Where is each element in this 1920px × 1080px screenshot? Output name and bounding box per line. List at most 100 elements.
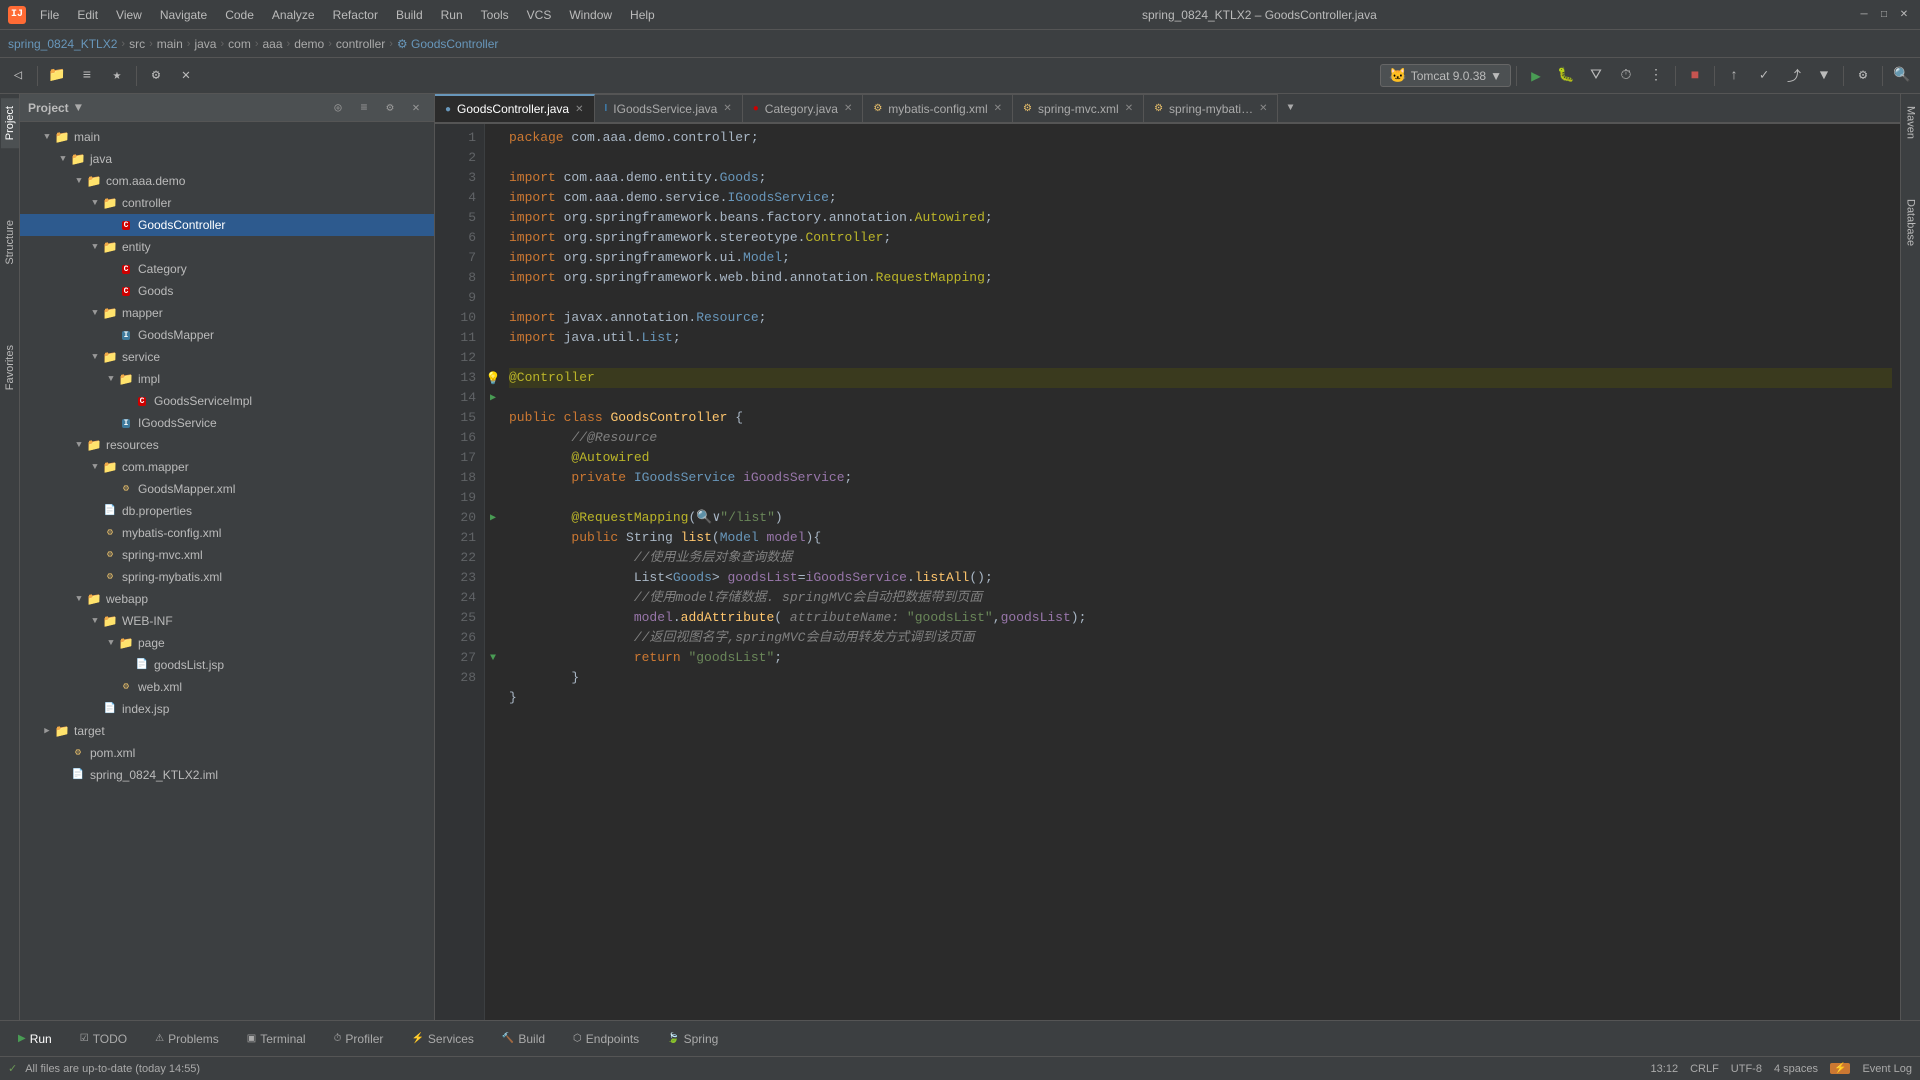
- project-close-btn[interactable]: ✕: [406, 98, 426, 118]
- search-everywhere-btn[interactable]: 🔍: [1888, 62, 1916, 90]
- tree-item-index-jsp[interactable]: 📄 index.jsp: [20, 698, 434, 720]
- tree-item-goodsserviceimpl[interactable]: C GoodsServiceImpl: [20, 390, 434, 412]
- settings-gear-btn[interactable]: ⚙: [1849, 62, 1877, 90]
- tree-item-goodsmapper-xml[interactable]: ⚙ GoodsMapper.xml: [20, 478, 434, 500]
- vcs-commit-btn[interactable]: ✓: [1750, 62, 1778, 90]
- problems-tab[interactable]: ⚠ Problems: [145, 1028, 229, 1050]
- breadcrumb-item[interactable]: spring_0824_KTLX2: [8, 37, 117, 51]
- tree-item-target[interactable]: ▶ 📁 target: [20, 720, 434, 742]
- tree-item-pom-xml[interactable]: ⚙ pom.xml: [20, 742, 434, 764]
- breadcrumb-item[interactable]: demo: [294, 37, 324, 51]
- tree-item-igoodsservice[interactable]: I IGoodsService: [20, 412, 434, 434]
- todo-tab[interactable]: ☑ TODO: [70, 1028, 137, 1050]
- toolbar-structure-btn[interactable]: ≡: [73, 62, 101, 90]
- menu-item-run[interactable]: Run: [433, 6, 471, 24]
- favorites-tab[interactable]: Favorites: [1, 337, 19, 398]
- menu-item-code[interactable]: Code: [217, 6, 262, 24]
- run-config-selector[interactable]: 🐱 Tomcat 9.0.38 ▼: [1380, 64, 1511, 87]
- tab-close-btn[interactable]: ✕: [723, 103, 731, 114]
- tree-item-goodscontroller[interactable]: C GoodsController: [20, 214, 434, 236]
- tab-close-btn[interactable]: ✕: [1259, 103, 1267, 114]
- menu-item-window[interactable]: Window: [561, 6, 620, 24]
- menu-item-tools[interactable]: Tools: [473, 6, 517, 24]
- terminal-tab[interactable]: ▣ Terminal: [237, 1028, 316, 1050]
- services-tab[interactable]: ⚡ Services: [401, 1028, 483, 1050]
- breadcrumb-item[interactable]: ⚙ GoodsController: [397, 37, 498, 51]
- spring-tab[interactable]: 🍃 Spring: [657, 1028, 728, 1050]
- breadcrumb-item[interactable]: main: [157, 37, 183, 51]
- event-log[interactable]: Event Log: [1862, 1063, 1912, 1075]
- tree-item-entity[interactable]: ▼ 📁 entity: [20, 236, 434, 258]
- tree-item-goods[interactable]: C Goods: [20, 280, 434, 302]
- project-collapse-btn[interactable]: ≡: [354, 98, 374, 118]
- project-tab[interactable]: Project: [1, 98, 19, 148]
- line-ending[interactable]: CRLF: [1690, 1063, 1719, 1075]
- profiler-tab[interactable]: ⏱ Profiler: [324, 1028, 394, 1050]
- tree-item-category[interactable]: C Category: [20, 258, 434, 280]
- menu-item-build[interactable]: Build: [388, 6, 431, 24]
- breadcrumb-item[interactable]: aaa: [262, 37, 282, 51]
- close-button[interactable]: ✕: [1896, 7, 1912, 23]
- tree-item-db-properties[interactable]: 📄 db.properties: [20, 500, 434, 522]
- coverage-button[interactable]: ⛛: [1582, 62, 1610, 90]
- tab-spring-mvc[interactable]: ⚙ spring-mvc.xml ✕: [1013, 94, 1144, 122]
- toolbar-settings-btn[interactable]: ⚙: [142, 62, 170, 90]
- maven-tab[interactable]: Maven: [1902, 98, 1920, 147]
- tab-igoodsservice[interactable]: I IGoodsService.java ✕: [595, 94, 743, 122]
- tree-item-spring-mvc[interactable]: ⚙ spring-mvc.xml: [20, 544, 434, 566]
- tree-item-main[interactable]: ▼ 📁 main: [20, 126, 434, 148]
- build-tab[interactable]: 🔨 Build: [492, 1028, 555, 1050]
- menu-item-help[interactable]: Help: [622, 6, 663, 24]
- menu-item-view[interactable]: View: [108, 6, 150, 24]
- cursor-position[interactable]: 13:12: [1651, 1063, 1679, 1075]
- tree-item-com-mapper[interactable]: ▼ 📁 com.mapper: [20, 456, 434, 478]
- breadcrumb-item[interactable]: controller: [336, 37, 385, 51]
- tab-close-btn[interactable]: ✕: [1125, 103, 1133, 114]
- menu-item-file[interactable]: File: [32, 6, 67, 24]
- minimize-button[interactable]: ─: [1856, 7, 1872, 23]
- indent-setting[interactable]: 4 spaces: [1774, 1063, 1818, 1075]
- breadcrumb-item[interactable]: java: [194, 37, 216, 51]
- toolbar-project-view-btn[interactable]: 📁: [43, 62, 71, 90]
- breadcrumb-item[interactable]: src: [129, 37, 145, 51]
- project-settings-btn[interactable]: ⚙: [380, 98, 400, 118]
- toolbar-more-btn[interactable]: ⋮: [1642, 62, 1670, 90]
- endpoints-tab[interactable]: ⬡ Endpoints: [563, 1028, 649, 1050]
- tree-item-webapp[interactable]: ▼ 📁 webapp: [20, 588, 434, 610]
- vcs-update-btn[interactable]: ↑: [1720, 62, 1748, 90]
- tab-mybatis-config[interactable]: ⚙ mybatis-config.xml ✕: [863, 94, 1013, 122]
- profiler-button[interactable]: ⏱: [1612, 62, 1640, 90]
- tree-item-resources[interactable]: ▼ 📁 resources: [20, 434, 434, 456]
- tree-item-java[interactable]: ▼ 📁 java: [20, 148, 434, 170]
- database-tab[interactable]: Database: [1902, 191, 1920, 254]
- tab-goodscontroller[interactable]: ● GoodsController.java ✕: [435, 94, 595, 122]
- run-tab[interactable]: ▶ Run: [8, 1028, 62, 1050]
- menu-item-analyze[interactable]: Analyze: [264, 6, 323, 24]
- menu-item-refactor[interactable]: Refactor: [325, 6, 386, 24]
- tab-close-btn[interactable]: ✕: [575, 104, 583, 115]
- maximize-button[interactable]: □: [1876, 7, 1892, 23]
- tree-item-iml[interactable]: 📄 spring_0824_KTLX2.iml: [20, 764, 434, 786]
- run-button[interactable]: ▶: [1522, 62, 1550, 90]
- tree-item-goodsmapper[interactable]: I GoodsMapper: [20, 324, 434, 346]
- tree-item-impl[interactable]: ▼ 📁 impl: [20, 368, 434, 390]
- tree-item-web-inf[interactable]: ▼ 📁 WEB-INF: [20, 610, 434, 632]
- toolbar-close-btn[interactable]: ✕: [172, 62, 200, 90]
- menu-item-edit[interactable]: Edit: [69, 6, 106, 24]
- tree-item-service[interactable]: ▼ 📁 service: [20, 346, 434, 368]
- tree-item-mapper[interactable]: ▼ 📁 mapper: [20, 302, 434, 324]
- tab-scroll-btn[interactable]: ▼: [1278, 94, 1302, 122]
- menu-item-vcs[interactable]: VCS: [519, 6, 560, 24]
- debug-button[interactable]: 🐛: [1552, 62, 1580, 90]
- menu-item-navigate[interactable]: Navigate: [152, 6, 215, 24]
- tab-close-btn[interactable]: ✕: [994, 103, 1002, 114]
- tree-item-web-xml[interactable]: ⚙ web.xml: [20, 676, 434, 698]
- toolbar-back-btn[interactable]: ◁: [4, 62, 32, 90]
- structure-tab[interactable]: Structure: [1, 212, 19, 273]
- vcs-more-btn[interactable]: ▼: [1810, 62, 1838, 90]
- tab-category[interactable]: ● Category.java ✕: [743, 94, 864, 122]
- tree-item-com-aaa-demo[interactable]: ▼ 📁 com.aaa.demo: [20, 170, 434, 192]
- tree-item-goodslist-jsp[interactable]: 📄 goodsList.jsp: [20, 654, 434, 676]
- project-locate-btn[interactable]: ◎: [328, 98, 348, 118]
- code-content[interactable]: package com.aaa.demo.controller; import …: [501, 124, 1900, 1020]
